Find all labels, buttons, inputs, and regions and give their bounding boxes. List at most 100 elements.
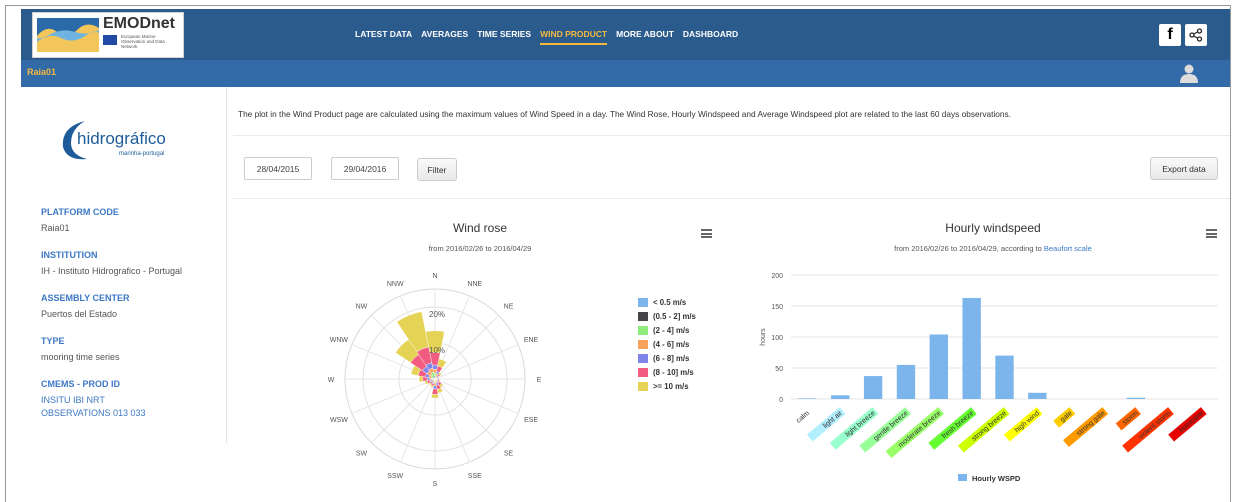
windrose-direction-label: WSW bbox=[330, 417, 348, 424]
windrose-segment[interactable] bbox=[418, 375, 424, 383]
windrose-direction-label: NW bbox=[356, 303, 368, 310]
windrose-direction-label: N bbox=[432, 273, 437, 280]
hourly-legend-label[interactable]: Hourly WSPD bbox=[972, 474, 1021, 483]
top-navbar: EMODnet European Marine Observation and … bbox=[21, 9, 1230, 60]
hourly-title: Hourly windspeed bbox=[945, 221, 1041, 235]
meta-label: TYPE bbox=[41, 336, 65, 346]
legend-label: (0.5 - 2] m/s bbox=[653, 311, 696, 321]
windrose-subtitle: from 2016/02/26 to 2016/04/29 bbox=[428, 244, 532, 253]
windrose-legend: < 0.5 m/s (0.5 - 2] m/s (2 - 4] m/s (4 - 6]… bbox=[638, 295, 696, 393]
beaufort-label: hurricane bbox=[1168, 407, 1207, 442]
hourly-bar[interactable] bbox=[962, 297, 981, 399]
nav-item-time-series[interactable]: TIME SERIES bbox=[477, 29, 531, 45]
legend-item[interactable]: (4 - 6] m/s bbox=[638, 337, 696, 351]
date-to-input[interactable]: 29/04/2016 bbox=[331, 157, 399, 180]
windrose-radial-tick: 10% bbox=[429, 346, 445, 355]
hourly-ytick: 100 bbox=[771, 335, 783, 342]
legend-item[interactable]: >= 10 m/s bbox=[638, 379, 696, 393]
legend-item[interactable]: (2 - 4] m/s bbox=[638, 323, 696, 337]
windrose-direction-label: SSE bbox=[468, 473, 482, 480]
nav-item-averages[interactable]: AVERAGES bbox=[421, 29, 468, 45]
legend-swatch bbox=[638, 311, 648, 321]
beaufort-label: calm bbox=[790, 407, 813, 428]
legend-label: < 0.5 m/s bbox=[653, 297, 687, 307]
windrose-menu-icon[interactable] bbox=[701, 229, 712, 238]
hourly-bar[interactable] bbox=[995, 355, 1014, 399]
wave-logo-icon bbox=[37, 18, 99, 52]
emodnet-logo[interactable]: EMODnet European Marine Observation and … bbox=[32, 12, 184, 58]
station-name: Raia01 bbox=[27, 67, 57, 77]
meta-label: PLATFORM CODE bbox=[41, 207, 119, 217]
legend-swatch bbox=[638, 367, 648, 377]
hourly-ylabel: hours bbox=[760, 328, 767, 346]
windrose-gridline bbox=[371, 378, 436, 443]
windrose-direction-label: S bbox=[433, 481, 438, 488]
hourly-menu-icon[interactable] bbox=[1206, 229, 1217, 238]
windrose-direction-label: ENE bbox=[524, 337, 539, 344]
hourly-bar[interactable] bbox=[1126, 397, 1146, 399]
hourly-bar[interactable] bbox=[1028, 392, 1047, 399]
windrose-segment[interactable] bbox=[431, 393, 439, 399]
share-icon[interactable] bbox=[1185, 24, 1207, 46]
windrose-direction-label: SW bbox=[356, 451, 368, 458]
hourly-ytick: 150 bbox=[771, 304, 783, 311]
legend-item[interactable]: (0.5 - 2] m/s bbox=[638, 309, 696, 323]
hourly-ytick: 50 bbox=[775, 366, 783, 373]
main-content: The plot in the Wind Product page are ca… bbox=[233, 87, 1230, 502]
windrose-chart: 10% 20% N NNE NE ENE E ESE SE SSE S SSW SW WSW W WNW NW N… bbox=[328, 273, 542, 488]
divider bbox=[233, 198, 1230, 199]
hourly-bar[interactable] bbox=[929, 334, 949, 399]
hourly-bar[interactable] bbox=[863, 376, 883, 399]
windrose-gridline bbox=[434, 378, 499, 443]
legend-item[interactable]: (8 - 10] m/s bbox=[638, 365, 696, 379]
hourly-bar[interactable] bbox=[831, 395, 850, 399]
meta-value: Puertos del Estado bbox=[41, 309, 118, 319]
beaufort-label-text: high wind bbox=[1014, 410, 1041, 434]
divider bbox=[233, 135, 1230, 136]
meta-label: ASSEMBLY CENTER bbox=[41, 293, 130, 303]
beaufort-label: storm bbox=[1115, 407, 1141, 431]
main-nav: LATEST DATA AVERAGES TIME SERIES WIND PRODU… bbox=[355, 29, 747, 45]
nav-item-dashboard[interactable]: DASHBOARD bbox=[683, 29, 738, 45]
beaufort-scale-link[interactable]: Beaufort scale bbox=[1044, 244, 1092, 253]
beaufort-label-text: strong breeze bbox=[971, 410, 1008, 443]
platform-metadata: PLATFORM CODE Raia01 INSTITUTION IH - Insti… bbox=[41, 207, 221, 435]
nav-item-more-about[interactable]: MORE ABOUT bbox=[616, 29, 674, 45]
legend-item[interactable]: < 0.5 m/s bbox=[638, 295, 696, 309]
legend-swatch bbox=[638, 325, 648, 335]
logo-name: EMODnet bbox=[103, 15, 175, 32]
windrose-direction-label: NNW bbox=[387, 281, 404, 288]
legend-swatch bbox=[638, 297, 648, 307]
facebook-icon[interactable]: f bbox=[1159, 24, 1181, 46]
windrose-segment[interactable] bbox=[431, 388, 439, 395]
meta-value: mooring time series bbox=[41, 352, 120, 362]
windrose-title: Wind rose bbox=[452, 221, 508, 235]
hourly-bar[interactable] bbox=[798, 398, 817, 399]
nav-item-wind-product[interactable]: WIND PRODUCT bbox=[540, 29, 608, 45]
filter-button[interactable]: Filter bbox=[417, 158, 457, 181]
meta-label: CMEMS - PROD ID bbox=[41, 379, 121, 389]
hidrografico-logo: hidrográfico marinha-portugal bbox=[62, 121, 166, 160]
sidebar: hidrográfico marinha-portugal PLATFORM C… bbox=[21, 87, 227, 443]
legend-swatch bbox=[638, 339, 648, 349]
beaufort-label: moderate breeze bbox=[885, 407, 944, 459]
windrose-direction-label: SSW bbox=[387, 473, 403, 480]
user-icon[interactable] bbox=[1178, 62, 1200, 84]
beaufort-label-text: violent storm bbox=[1137, 410, 1172, 441]
nav-item-latest-data[interactable]: LATEST DATA bbox=[355, 29, 412, 45]
legend-swatch bbox=[638, 381, 648, 391]
hidrografico-logo-text: hidrográfico bbox=[77, 129, 166, 148]
beaufort-label-text: light breeze bbox=[844, 410, 876, 439]
meta-value[interactable]: INSITU IBI NRT OBSERVATIONS 013 033 bbox=[41, 394, 169, 420]
beaufort-label-text: storm bbox=[1122, 410, 1140, 427]
windrose-radial-tick: 20% bbox=[429, 310, 445, 319]
legend-item[interactable]: (6 - 8] m/s bbox=[638, 351, 696, 365]
hourly-subtitle: from 2016/02/26 to 2016/04/29, according… bbox=[813, 244, 1173, 253]
page-description: The plot in the Wind Product page are ca… bbox=[238, 109, 1011, 119]
windrose-direction-label: E bbox=[537, 377, 542, 384]
export-data-button[interactable]: Export data bbox=[1150, 157, 1218, 180]
date-from-input[interactable]: 28/04/2015 bbox=[244, 157, 312, 180]
legend-swatch bbox=[638, 353, 648, 363]
hourly-bar[interactable] bbox=[896, 364, 916, 399]
windrose-direction-label: NE bbox=[504, 303, 514, 310]
